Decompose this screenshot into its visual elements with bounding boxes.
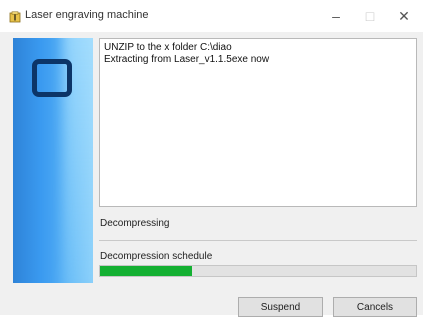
archive-icon — [9, 10, 21, 23]
close-button[interactable]: ✕ — [390, 6, 418, 26]
side-banner — [13, 38, 93, 283]
maximize-button[interactable]: □ — [356, 6, 384, 26]
status-text: Decompressing — [100, 218, 170, 229]
progress-bar — [99, 265, 417, 277]
log-line: UNZIP to the x folder C:\diao — [104, 42, 232, 53]
minimize-button[interactable]: – — [322, 6, 350, 26]
progress-bar-fill — [100, 266, 192, 276]
main-content: UNZIP to the x folder C:\diao Extracting… — [13, 38, 418, 286]
progress-label: Decompression schedule — [100, 251, 213, 262]
suspend-button[interactable]: Suspend — [238, 297, 323, 317]
window-title: Laser engraving machine — [25, 9, 149, 21]
divider — [99, 240, 417, 241]
title-bar: Laser engraving machine – □ ✕ — [0, 0, 423, 32]
log-line: Extracting from Laser_v1.1.5exe now — [104, 54, 270, 65]
installer-window: Laser engraving machine – □ ✕ UNZIP to t… — [0, 0, 423, 317]
extraction-log[interactable]: UNZIP to the x folder C:\diao Extracting… — [99, 38, 417, 207]
cancel-button[interactable]: Cancels — [333, 297, 417, 317]
rounded-square-logo — [32, 59, 72, 97]
